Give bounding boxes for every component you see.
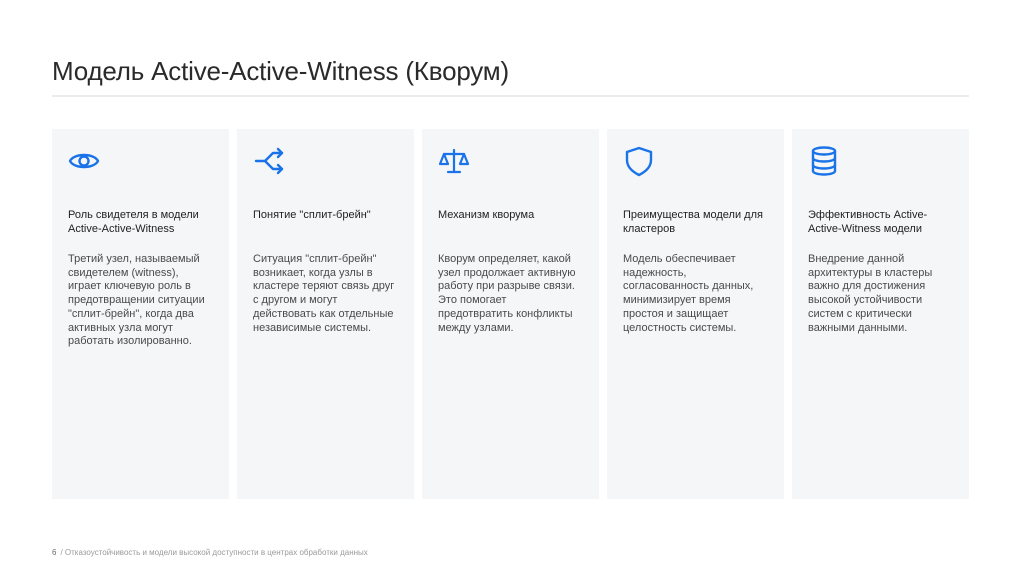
- card-title: Механизм кворума: [438, 209, 535, 221]
- card-witness-role: Роль свидетеля в модели Active-Active-Wi…: [52, 129, 229, 499]
- footer-text: / Отказоустойчивость и модели высокой до…: [60, 548, 368, 557]
- card-body: Внедрение данной архитектуры в кластеры …: [808, 253, 933, 334]
- eye-icon: [68, 153, 100, 169]
- card-body: Ситуация "сплит-брейн" возникает, когда …: [253, 253, 395, 334]
- slide-title: Модель Active-Active-Witness (Кворум): [52, 56, 509, 86]
- card-efficiency: Эффективность Active-Active-Witness моде…: [792, 129, 969, 499]
- cards-row: Роль свидетеля в модели Active-Active-Wi…: [52, 129, 969, 499]
- card-quorum-mechanism: Механизм кворума Кворум определяет, како…: [422, 129, 599, 499]
- card-title: Преимущества модели для кластеров: [623, 209, 763, 235]
- scales-icon: [438, 148, 470, 174]
- card-body: Кворум определяет, какой узел продолжает…: [438, 253, 576, 334]
- card-advantages: Преимущества модели для кластеров Модель…: [607, 129, 784, 499]
- card-title: Понятие "сплит-брейн": [253, 209, 371, 221]
- card-body: Модель обеспечивает надежность, согласов…: [623, 253, 754, 334]
- footer: 6/ Отказоустойчивость и модели высокой д…: [52, 548, 368, 557]
- title-divider: [52, 95, 969, 97]
- card-body: Третий узел, называемый свидетелем (witn…: [68, 253, 205, 348]
- database-icon: [811, 146, 837, 176]
- card-split-brain: Понятие "сплит-брейн" Ситуация "сплит-бр…: [237, 129, 414, 499]
- shield-icon: [625, 146, 653, 177]
- card-title: Роль свидетеля в модели Active-Active-Wi…: [68, 209, 199, 235]
- split-arrows-icon: [254, 147, 284, 175]
- page-number: 6: [52, 548, 57, 557]
- card-title: Эффективность Active-Active-Witness моде…: [808, 209, 928, 235]
